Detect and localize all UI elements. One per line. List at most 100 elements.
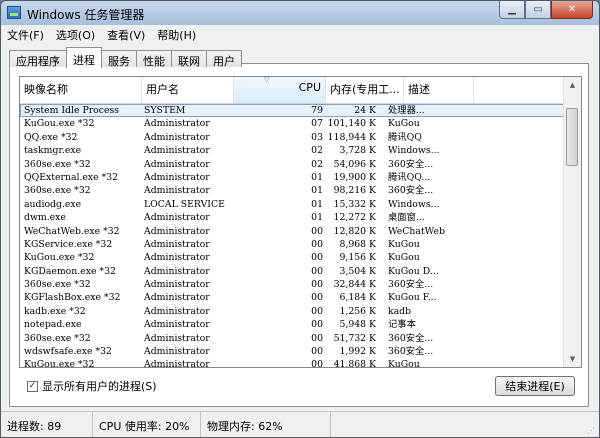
tab-processes[interactable]: 进程 — [66, 47, 102, 68]
process-name: QQ.exe *32 — [24, 131, 78, 143]
process-description: Windows... — [388, 145, 440, 157]
table-row[interactable]: audiodg.exe LOCAL SERVICE 01 15,332 K Window… — [20, 198, 565, 211]
column-header-description[interactable]: 描述 — [404, 77, 474, 103]
process-user: SYSTEM — [144, 105, 186, 116]
scroll-down-icon[interactable]: ▼ — [564, 351, 581, 367]
table-row[interactable]: KuGou.exe *32 Administrator 07 101,140 K KuG… — [20, 117, 565, 130]
vertical-scrollbar[interactable]: ▲ ▼ — [563, 77, 581, 367]
process-list[interactable]: 映像名称 用户名 ▽ CPU 内存(专用工... 描述 System Idle … — [19, 76, 582, 368]
resize-grip-icon[interactable]: ⋰ — [587, 426, 597, 436]
process-memory: 8,968 K — [339, 238, 376, 250]
process-description: 记事本 — [388, 319, 416, 331]
process-name: wdswfsafe.exe *32 — [24, 346, 112, 358]
process-description: 360安全... — [388, 346, 434, 358]
tab-performance[interactable]: 性能 — [136, 50, 172, 68]
maximize-button[interactable]: ▭ — [525, 1, 551, 19]
table-row[interactable]: 360se.exe *32 Administrator 00 32,844 K 360安… — [20, 278, 565, 291]
menu-bar: 文件(F) 选项(O) 查看(V) 帮助(H) — [1, 25, 599, 43]
table-row[interactable]: KuGou.exe *32 Administrator 00 9,156 K KuGou — [20, 251, 565, 264]
process-memory: 24 K — [354, 105, 376, 116]
close-icon: ✕ — [567, 4, 577, 15]
title-bar[interactable]: Windows 任务管理器 ▁ ▭ ✕ — [1, 1, 599, 25]
process-description: 腾讯QQ — [388, 131, 422, 143]
task-manager-icon — [7, 6, 21, 19]
process-name: dwm.exe — [24, 212, 66, 224]
table-row[interactable]: 360se.exe *32 Administrator 02 54,096 K 360安… — [20, 158, 565, 171]
process-name: KuGou.exe *32 — [24, 252, 95, 264]
process-memory: 54,096 K — [333, 158, 376, 170]
table-row[interactable]: System Idle Process SYSTEM 79 24 K 处理器... — [20, 104, 565, 118]
process-memory: 118,944 K — [327, 131, 376, 143]
column-header-image-name[interactable]: 映像名称 — [20, 77, 142, 103]
end-process-button[interactable]: 结束进程(E) — [495, 376, 575, 396]
process-name: 360se.exe *32 — [24, 158, 91, 170]
table-row[interactable]: QQ.exe *32 Administrator 03 118,944 K 腾讯QQ — [20, 131, 565, 144]
process-memory: 51,732 K — [333, 332, 376, 344]
table-row[interactable]: 360se.exe *32 Administrator 01 98,216 K 360安… — [20, 184, 565, 197]
menu-file[interactable]: 文件(F) — [1, 25, 50, 43]
column-header-user-name[interactable]: 用户名 — [142, 77, 234, 103]
process-memory: 41,868 K — [333, 359, 376, 368]
process-user: Administrator — [144, 279, 210, 291]
process-description: 360安全... — [388, 158, 434, 170]
menu-help[interactable]: 帮助(H) — [151, 25, 202, 43]
process-user: Administrator — [144, 145, 210, 157]
process-description: kadb — [388, 305, 412, 317]
maximize-icon: ▭ — [533, 4, 543, 15]
tab-applications[interactable]: 应用程序 — [9, 50, 67, 68]
menu-options[interactable]: 选项(O) — [50, 25, 101, 43]
status-cpu-usage: CPU 使用率: 20% — [93, 412, 201, 437]
process-user: Administrator — [144, 346, 210, 358]
sort-descending-icon: ▽ — [264, 76, 270, 84]
scroll-up-icon[interactable]: ▲ — [564, 77, 581, 93]
table-row[interactable]: notepad.exe Administrator 00 5,948 K 记事本 — [20, 318, 565, 331]
table-row[interactable]: dwm.exe Administrator 01 12,272 K 桌面窗... — [20, 211, 565, 224]
table-row[interactable]: KGService.exe *32 Administrator 00 8,968 KK… — [20, 238, 565, 251]
process-memory: 1,992 K — [339, 346, 376, 358]
menu-view[interactable]: 查看(V) — [101, 25, 151, 43]
process-name: QQExternal.exe *32 — [24, 171, 119, 183]
table-row[interactable]: KGDaemon.exe *32 Administrator 00 3,504 K Ku… — [20, 265, 565, 278]
column-header-cpu-label: CPU — [298, 81, 321, 94]
process-user: Administrator — [144, 225, 210, 237]
table-row[interactable]: KGFlashBox.exe *32 Administrator 00 6,184 K… — [20, 291, 565, 304]
status-bar: 进程数: 89 CPU 使用率: 20% 物理内存: 62% ⋰ — [1, 411, 599, 437]
table-row[interactable]: taskmgr.exe Administrator 02 3,728 K Windows… — [20, 144, 565, 157]
column-header-memory[interactable]: 内存(专用工... — [326, 77, 404, 103]
scroll-thumb[interactable] — [566, 108, 578, 166]
process-memory: 12,272 K — [333, 212, 376, 224]
table-row[interactable]: WeChatWeb.exe *32 Administrator 00 12,820 K… — [20, 225, 565, 238]
tab-services[interactable]: 服务 — [101, 50, 137, 68]
show-all-users-checkbox[interactable]: ✓ — [27, 380, 38, 392]
process-memory: 15,332 K — [333, 198, 376, 210]
show-all-users-label[interactable]: 显示所有用户的进程(S) — [42, 378, 157, 394]
process-memory: 1,256 K — [339, 305, 376, 317]
task-manager-window: Windows 任务管理器 ▁ ▭ ✕ 文件(F) 选项(O) 查看(V) 帮助… — [0, 0, 600, 438]
process-description: KuGou D... — [388, 265, 439, 277]
table-row[interactable]: KuGou.exe *32 Administrator 00 41,868 K KuGo… — [20, 358, 565, 368]
table-row[interactable]: 360se.exe *32 Administrator 00 51,732 K 360安… — [20, 332, 565, 345]
process-description: 360安全... — [388, 185, 434, 197]
status-process-count: 进程数: 89 — [1, 412, 93, 437]
column-header-cpu[interactable]: ▽ CPU — [234, 77, 326, 103]
process-name: audiodg.exe — [24, 198, 82, 210]
process-name: 360se.exe *32 — [24, 279, 91, 291]
close-button[interactable]: ✕ — [551, 1, 593, 19]
process-description: 桌面窗... — [388, 212, 425, 224]
minimize-button[interactable]: ▁ — [499, 1, 525, 19]
show-all-users-option[interactable]: ✓ 显示所有用户的进程(S) — [27, 378, 157, 394]
process-memory: 98,216 K — [333, 185, 376, 197]
table-row[interactable]: kadb.exe *32 Administrator 00 1,256 Kkadb — [20, 305, 565, 318]
process-description: 360安全... — [388, 332, 434, 344]
process-user: Administrator — [144, 292, 210, 304]
process-description: Windows... — [388, 198, 440, 210]
tab-networking[interactable]: 联网 — [171, 50, 207, 68]
tab-users[interactable]: 用户 — [206, 50, 242, 68]
process-user: Administrator — [144, 265, 210, 277]
process-user: Administrator — [144, 252, 210, 264]
process-description: KuGou F... — [388, 292, 437, 304]
table-row[interactable]: wdswfsafe.exe *32 Administrator 00 1,992 K3… — [20, 345, 565, 358]
table-row[interactable]: QQExternal.exe *32 Administrator 01 19,900 … — [20, 171, 565, 184]
minimize-icon: ▁ — [508, 4, 516, 15]
process-user: Administrator — [144, 171, 210, 183]
